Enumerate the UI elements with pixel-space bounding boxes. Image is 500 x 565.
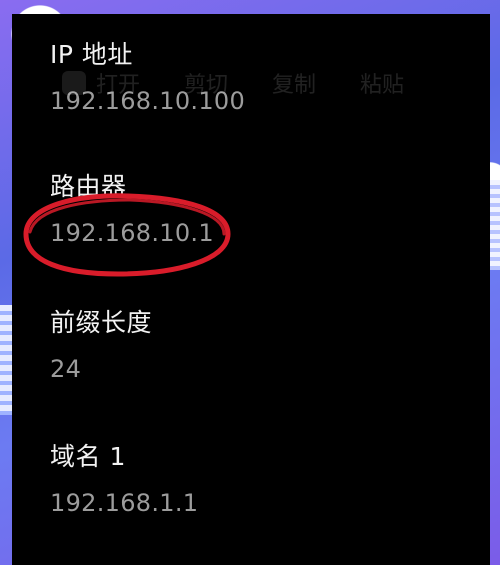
dns1-row[interactable]: 域名 1 192.168.1.1 (50, 442, 480, 518)
wallpaper-city-left (0, 305, 12, 415)
prefix-length-row[interactable]: 前缀长度 24 (50, 308, 480, 384)
network-details-panel: IP 地址 192.168.10.100 路由器 192.168.10.1 前缀… (12, 14, 490, 565)
dns1-label: 域名 1 (50, 442, 126, 471)
wallpaper-city-right (490, 180, 500, 270)
router-row[interactable]: 路由器 192.168.10.1 (50, 172, 480, 248)
ip-address-label: IP 地址 (50, 40, 133, 69)
router-label: 路由器 (50, 172, 127, 201)
prefix-length-label: 前缀长度 (50, 308, 153, 337)
dns1-value: 192.168.1.1 (50, 489, 199, 517)
prefix-length-value: 24 (50, 355, 82, 383)
router-value: 192.168.10.1 (50, 219, 214, 247)
ip-address-value: 192.168.10.100 (50, 87, 246, 115)
ip-address-row[interactable]: IP 地址 192.168.10.100 (50, 40, 480, 116)
